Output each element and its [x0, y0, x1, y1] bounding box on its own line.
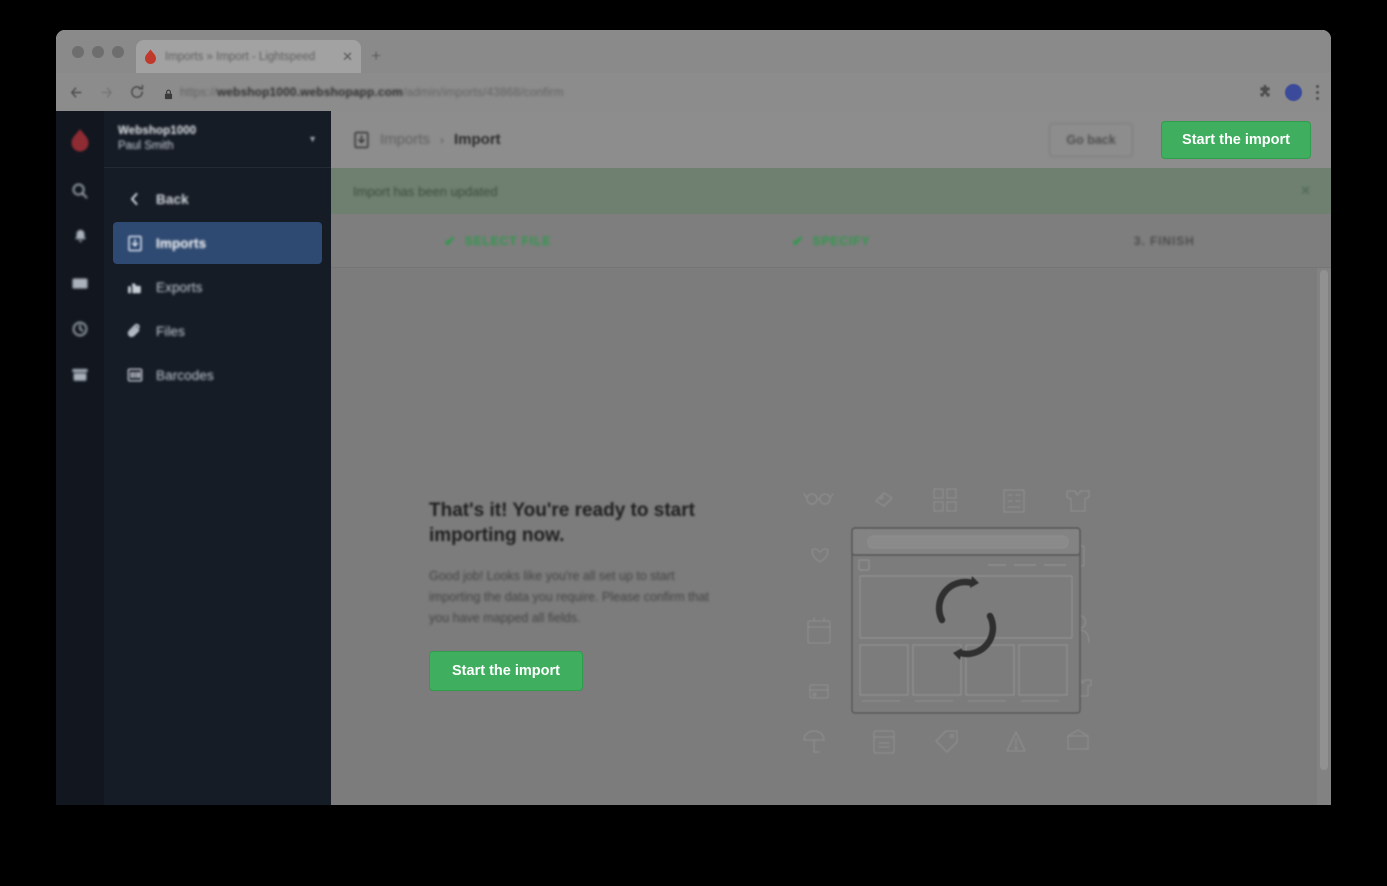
browser-tab[interactable]: Imports » Import - Lightspeed ✕ [136, 40, 361, 73]
browser-toolbar: https://webshop1000.webshopapp.com/admin… [56, 73, 1331, 111]
rail-notification-button[interactable] [56, 214, 104, 260]
step-select-file[interactable]: ✔ SELECT FILE [331, 234, 664, 248]
new-tab-button[interactable]: + [361, 40, 391, 73]
paperclip-icon [126, 323, 143, 340]
puzzle-extension-icon[interactable] [1258, 84, 1272, 99]
breadcrumb-separator: › [440, 132, 445, 147]
chevron-left-icon [126, 191, 143, 208]
lightspeed-flame-icon [144, 49, 157, 64]
toolbar-right-actions [1258, 83, 1319, 101]
arrow-left-icon[interactable] [68, 84, 85, 101]
finish-copy-block: That's it! You're ready to start importi… [429, 498, 729, 691]
page-title: Import [454, 131, 501, 148]
sidebar-item-label: Back [156, 191, 189, 207]
store-identity: Webshop1000 Paul Smith [118, 124, 308, 154]
app-sidebar: Webshop1000 Paul Smith ▼ Back Imports Ex… [56, 111, 331, 805]
browser-window: Imports » Import - Lightspeed ✕ + https:… [56, 30, 1331, 805]
rail-archive-button[interactable] [56, 352, 104, 398]
step-finish: 3. FINISH [998, 234, 1331, 248]
address-bar[interactable]: https://webshop1000.webshopapp.com/admin… [158, 80, 1245, 104]
sidebar-item-imports[interactable]: Imports [113, 222, 322, 264]
finish-heading: That's it! You're ready to start importi… [429, 500, 695, 546]
sidebar-item-barcodes[interactable]: Barcodes [113, 354, 322, 396]
page-content: Imports › Import Go back Start the impor… [331, 111, 1331, 805]
url-host: webshop1000.webshopapp.com [216, 85, 403, 99]
page-scrollbar[interactable] [1317, 268, 1331, 805]
store-user-name: Paul Smith [118, 140, 174, 152]
sidebar-item-label: Imports [156, 235, 207, 251]
start-import-main-button[interactable]: Start the import [429, 651, 583, 691]
profile-avatar-icon[interactable] [1285, 83, 1302, 101]
tab-close-icon[interactable]: ✕ [342, 50, 353, 63]
url-text: https://webshop1000.webshopapp.com/admin… [180, 85, 564, 99]
browser-tab-title: Imports » Import - Lightspeed [165, 50, 316, 63]
kebab-menu-icon[interactable] [1315, 84, 1319, 100]
store-switcher[interactable]: Webshop1000 Paul Smith ▼ [104, 111, 331, 168]
finish-description: Good job! Looks like you're all set up t… [429, 569, 710, 625]
barcode-icon [126, 367, 143, 384]
success-alert: Import has been updated ✕ [331, 168, 1331, 214]
window-traffic-lights [66, 30, 136, 73]
scrollbar-thumb[interactable] [1320, 270, 1328, 770]
go-back-button[interactable]: Go back [1049, 122, 1134, 157]
window-maximize-button[interactable] [112, 45, 124, 58]
step-specify[interactable]: ✔ SPECIFY [664, 234, 997, 248]
store-name: Webshop1000 [118, 125, 197, 137]
wizard-steps: ✔ SELECT FILE ✔ SPECIFY 3. FINISH [331, 214, 1331, 268]
alert-message: Import has been updated [353, 183, 498, 199]
sidebar-item-label: Exports [156, 279, 203, 295]
import-arrow-icon [353, 131, 370, 149]
step-label: 3. FINISH [1133, 233, 1195, 248]
export-arrow-icon [126, 279, 143, 296]
sidebar-item-back[interactable]: Back [113, 178, 322, 220]
url-scheme: https:// [180, 85, 217, 99]
rail-search-button[interactable] [56, 168, 104, 214]
sidebar-item-files[interactable]: Files [113, 310, 322, 352]
chevron-down-icon[interactable]: ▼ [308, 134, 317, 144]
check-icon: ✔ [444, 232, 457, 249]
import-arrow-icon [126, 235, 143, 252]
sidebar-icon-rail [56, 111, 104, 805]
window-minimize-button[interactable] [92, 45, 104, 58]
sidebar-item-label: Files [156, 323, 186, 339]
start-import-header-button[interactable]: Start the import [1161, 120, 1311, 159]
step-label: SPECIFY [812, 233, 871, 248]
url-path: /admin/imports/43868/confirm [402, 85, 564, 99]
close-icon[interactable]: ✕ [1300, 183, 1311, 199]
page-header: Imports › Import Go back Start the impor… [331, 111, 1331, 168]
sidebar-item-label: Barcodes [156, 367, 214, 383]
rail-history-button[interactable] [56, 306, 104, 352]
rail-inbox-button[interactable] [56, 260, 104, 306]
step-label: SELECT FILE [464, 233, 552, 248]
reload-icon[interactable] [128, 84, 145, 101]
page-viewport: Webshop1000 Paul Smith ▼ Back Imports Ex… [56, 111, 1331, 805]
breadcrumb-parent[interactable]: Imports [380, 131, 430, 148]
sidebar-main: Webshop1000 Paul Smith ▼ Back Imports Ex… [104, 111, 331, 805]
finish-step-body: That's it! You're ready to start importi… [331, 268, 1331, 805]
lightspeed-flame-logo[interactable] [56, 111, 104, 168]
lock-icon [164, 87, 173, 99]
arrow-right-icon [98, 84, 115, 101]
check-icon: ✔ [791, 232, 805, 249]
browser-tab-strip: Imports » Import - Lightspeed ✕ + [56, 30, 1331, 73]
window-close-button[interactable] [72, 45, 84, 58]
sidebar-item-exports[interactable]: Exports [113, 266, 322, 308]
import-sync-window-illustration [786, 473, 1146, 763]
sidebar-nav-list: Back Imports Exports Files Barcodes [104, 168, 331, 398]
